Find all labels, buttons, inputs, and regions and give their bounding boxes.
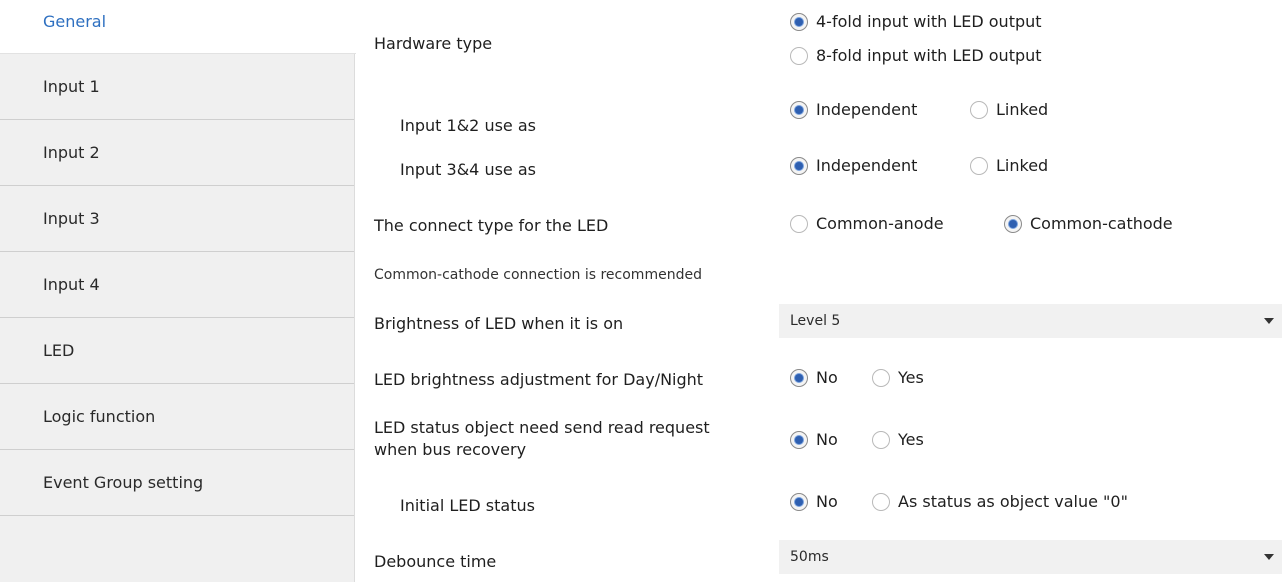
brightness-select-value: Level 5 xyxy=(790,313,841,329)
input34-radio-linked[interactable]: Linked xyxy=(970,156,1048,175)
hardware-type-radio-4-fold[interactable]: 4-fold input with LED output xyxy=(790,12,1042,31)
debounce-time-select[interactable]: 50ms xyxy=(779,540,1282,574)
sidebar-item-general[interactable]: General xyxy=(0,0,356,54)
radio-label: No xyxy=(816,368,838,387)
sidebar-item-input-3[interactable]: Input 3 xyxy=(0,186,354,252)
initial-led-status-label: Initial LED status xyxy=(400,496,535,515)
radio-label: Common-cathode xyxy=(1030,214,1173,233)
sidebar-item-logic-function[interactable]: Logic function xyxy=(0,384,354,450)
radio-label: 4-fold input with LED output xyxy=(816,12,1042,31)
sidebar-item-input-4[interactable]: Input 4 xyxy=(0,252,354,318)
input12-radio-independent[interactable]: Independent xyxy=(790,100,917,119)
hardware-type-radio-8-fold[interactable]: 8-fold input with LED output xyxy=(790,46,1042,65)
input34-use-as-label: Input 3&4 use as xyxy=(400,160,536,179)
radio-label: 8-fold input with LED output xyxy=(816,46,1042,65)
hardware-type-label: Hardware type xyxy=(374,34,493,53)
status-read-label-line2: when bus recovery xyxy=(374,440,527,459)
radio-unselected-icon xyxy=(790,214,808,233)
radio-unselected-icon xyxy=(872,430,890,449)
radio-unselected-icon xyxy=(970,156,988,175)
radio-selected-icon xyxy=(790,12,808,31)
radio-unselected-icon xyxy=(790,46,808,65)
input12-radio-linked[interactable]: Linked xyxy=(970,100,1048,119)
initial-status-radio-no[interactable]: No xyxy=(790,492,838,511)
radio-label: Independent xyxy=(816,156,918,175)
status-read-radio-no[interactable]: No xyxy=(790,430,838,449)
connect-type-radio-common-cathode[interactable]: Common-cathode xyxy=(1004,214,1173,233)
sidebar-item-input-2[interactable]: Input 2 xyxy=(0,120,354,186)
brightness-label: Brightness of LED when it is on xyxy=(374,314,624,333)
radio-selected-icon xyxy=(790,492,808,511)
day-night-radio-yes[interactable]: Yes xyxy=(872,368,924,387)
radio-selected-icon xyxy=(790,368,808,387)
radio-selected-icon xyxy=(790,430,808,449)
radio-unselected-icon xyxy=(872,492,890,511)
radio-unselected-icon xyxy=(970,100,988,119)
connection-note: Common-cathode connection is recommended xyxy=(374,267,702,283)
radio-selected-icon xyxy=(790,156,808,175)
brightness-select[interactable]: Level 5 xyxy=(779,304,1282,338)
radio-label: Yes xyxy=(898,368,924,387)
parameter-panel: Hardware type 4-fold input with LED outp… xyxy=(356,0,1282,582)
sidebar-item-event-group-setting[interactable]: Event Group setting xyxy=(0,450,354,516)
initial-status-radio-object-value[interactable]: As status as object value "0" xyxy=(872,492,1128,511)
radio-selected-icon xyxy=(1004,214,1022,233)
status-read-radio-yes[interactable]: Yes xyxy=(872,430,924,449)
debounce-time-label: Debounce time xyxy=(374,552,497,571)
radio-label: Independent xyxy=(816,100,918,119)
radio-label: No xyxy=(816,492,838,511)
day-night-label: LED brightness adjustment for Day/Night xyxy=(374,370,704,389)
day-night-radio-no[interactable]: No xyxy=(790,368,838,387)
radio-unselected-icon xyxy=(872,368,890,387)
radio-selected-icon xyxy=(790,100,808,119)
radio-label: Linked xyxy=(996,156,1049,175)
debounce-select-value: 50ms xyxy=(790,549,829,565)
input12-use-as-label: Input 1&2 use as xyxy=(400,116,536,135)
sidebar-item-led[interactable]: LED xyxy=(0,318,354,384)
radio-label: Linked xyxy=(996,100,1049,119)
status-read-label-line1: LED status object need send read request xyxy=(374,418,710,437)
radio-label: Yes xyxy=(898,430,924,449)
connect-type-label: The connect type for the LED xyxy=(374,216,609,235)
radio-label: As status as object value "0" xyxy=(898,492,1128,511)
sidebar-item-input-1[interactable]: Input 1 xyxy=(0,54,354,120)
input34-radio-independent[interactable]: Independent xyxy=(790,156,917,175)
chevron-down-icon xyxy=(1264,318,1274,324)
sidebar: General Input 1 Input 2 Input 3 Input 4 … xyxy=(0,0,356,582)
chevron-down-icon xyxy=(1264,554,1274,560)
radio-label: Common-anode xyxy=(816,214,944,233)
radio-label: No xyxy=(816,430,838,449)
connect-type-radio-common-anode[interactable]: Common-anode xyxy=(790,214,944,233)
